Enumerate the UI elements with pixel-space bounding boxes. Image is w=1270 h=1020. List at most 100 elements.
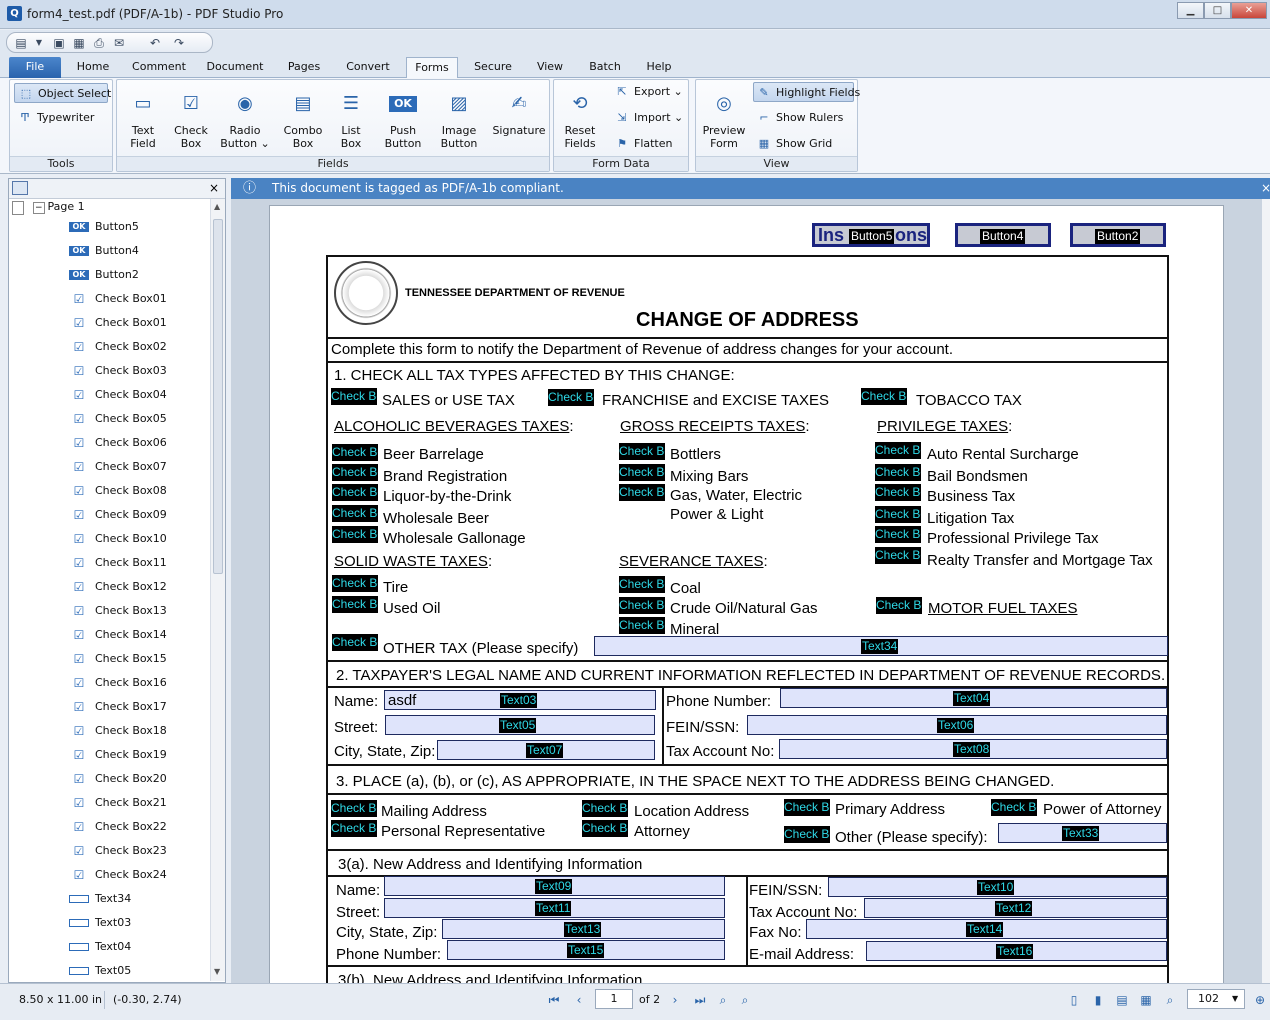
minimize-button[interactable]: ▁ (1177, 2, 1204, 19)
back-view-icon[interactable]: ⌕ (715, 991, 731, 1009)
checkbox-bottlers[interactable]: Check Box (619, 443, 665, 460)
checkbox-personal-rep[interactable]: Check Box (331, 820, 377, 837)
save-all-icon[interactable]: ▦ (71, 36, 87, 50)
text16-field[interactable]: Text16 (866, 941, 1167, 961)
tree-item[interactable]: ☑ Check Box12 (69, 575, 167, 599)
tree-item[interactable]: ☑ Check Box13 (69, 599, 167, 623)
panel-close-icon[interactable]: × (209, 181, 219, 195)
checkbox-poa[interactable]: Check Box (991, 799, 1037, 816)
tree-item[interactable]: ☑ Check Box19 (69, 743, 167, 767)
highlight-fields-button[interactable]: ✎ Highlight Fields (753, 82, 860, 102)
panel-scrollbar[interactable]: ▲ ▼ (210, 199, 225, 981)
text-field-button[interactable]: ▭ Text Field (117, 86, 169, 152)
show-rulers-button[interactable]: ⌐ Show Rulers (756, 108, 843, 128)
checkbox-tire[interactable]: Check Box (332, 575, 378, 592)
zoom-dropdown-icon[interactable]: ▼ (1232, 990, 1238, 1008)
checkbox-realty[interactable]: Check Box (875, 547, 921, 564)
checkbox-coal[interactable]: Check Box (619, 576, 665, 593)
tab-forms[interactable]: Forms (406, 57, 458, 78)
tab-convert[interactable]: Convert (340, 57, 396, 78)
close-button[interactable]: ✕ (1231, 2, 1267, 19)
combo-box-button[interactable]: ▤ Combo Box (277, 86, 329, 152)
checkbox-franchise[interactable]: Check Box (548, 389, 594, 406)
tab-pages[interactable]: Pages (280, 57, 328, 78)
open-file-icon[interactable]: ▤ (13, 36, 29, 50)
text33-field[interactable]: Text33 (998, 823, 1167, 843)
tree-item[interactable]: ☑ Check Box20 (69, 767, 167, 791)
checkbox-litigation[interactable]: Check Box (875, 506, 921, 523)
checkbox-motor-fuel[interactable]: Check Box (876, 597, 922, 614)
checkbox-business[interactable]: Check Box (875, 484, 921, 501)
checkbox-sales[interactable]: Check Box (331, 388, 377, 405)
scroll-thumb[interactable] (213, 219, 223, 574)
email-icon[interactable]: ✉ (111, 36, 127, 50)
instructions-button[interactable]: Ins Button5 ons (812, 223, 930, 247)
checkbox-beer-barrelage[interactable]: Check Box (332, 444, 378, 461)
scroll-down-icon[interactable]: ▼ (214, 967, 220, 976)
text07-field[interactable]: Text07 (437, 740, 655, 760)
checkbox-location[interactable]: Check Box (582, 800, 628, 817)
checkbox-used-oil[interactable]: Check Box (332, 596, 378, 613)
checkbox-professional[interactable]: Check Box (875, 526, 921, 543)
tree-item[interactable]: ☑ Check Box01 (69, 311, 167, 335)
text12-field[interactable]: Text12 (864, 898, 1167, 918)
tree-item[interactable]: OK Button2 (69, 263, 139, 287)
tree-item[interactable]: Text34 (69, 887, 131, 911)
save-icon[interactable]: ▣ (51, 36, 67, 50)
zoom-in-icon[interactable]: ⊕ (1252, 991, 1268, 1009)
checkbox-attorney[interactable]: Check Box (582, 820, 628, 837)
tree-item[interactable]: ☑ Check Box07 (69, 455, 167, 479)
checkbox-wholesale-beer[interactable]: Check Box (332, 505, 378, 522)
checkbox-mixing-bars[interactable]: Check Box (619, 464, 665, 481)
tree-item[interactable]: ☑ Check Box24 (69, 863, 167, 887)
tree-item[interactable]: ☑ Check Box10 (69, 527, 167, 551)
tree-item[interactable]: ☑ Check Box06 (69, 431, 167, 455)
checkbox-primary[interactable]: Check Box (784, 799, 830, 816)
panel-view-icon[interactable] (12, 181, 28, 195)
tree-item[interactable]: ☑ Check Box05 (69, 407, 167, 431)
text05-field[interactable]: Text05 (385, 715, 655, 735)
object-select-button[interactable]: ⬚ Object Select (14, 83, 111, 103)
tab-view[interactable]: View (528, 57, 572, 78)
tab-file[interactable]: File (9, 57, 61, 78)
redo-icon[interactable]: ↷ (171, 36, 187, 50)
reset-fields-button[interactable]: ⟲ Reset Fields (554, 86, 606, 152)
checkbox-mineral[interactable]: Check Box (619, 617, 665, 634)
image-button-button[interactable]: ▨ Image Button (433, 86, 485, 152)
push-button-button[interactable]: OK Push Button (377, 86, 429, 152)
tree-item[interactable]: ☑ Check Box17 (69, 695, 167, 719)
tree-item[interactable]: ☑ Check Box02 (69, 335, 167, 359)
tree-item[interactable]: ☑ Check Box15 (69, 647, 167, 671)
checkbox-brand-registration[interactable]: Check Box (332, 464, 378, 481)
checkbox-bail[interactable]: Check Box (875, 464, 921, 481)
collapse-icon[interactable]: − (33, 202, 45, 214)
import-button[interactable]: ⇲ Import ⌄ (614, 108, 683, 128)
tree-item[interactable]: ☑ Check Box01 (69, 287, 167, 311)
text15-field[interactable]: Text15 (447, 940, 725, 960)
flatten-button[interactable]: ⚑ Flatten (614, 134, 672, 154)
tree-item[interactable]: Text04 (69, 935, 131, 959)
document-scrollbar[interactable] (1262, 199, 1270, 983)
scroll-up-icon[interactable]: ▲ (214, 202, 220, 211)
checkbox-other-tax[interactable]: Check Box (332, 634, 378, 651)
tree-item[interactable]: ☑ Check Box03 (69, 359, 167, 383)
tree-item[interactable]: ☑ Check Box11 (69, 551, 167, 575)
button4[interactable]: Button4 (955, 223, 1051, 247)
prev-page-icon[interactable]: ‹ (571, 991, 587, 1009)
tree-item[interactable]: Text05 (69, 959, 131, 981)
continuous-icon[interactable]: ▮ (1090, 991, 1106, 1009)
tree-item[interactable]: Text03 (69, 911, 131, 935)
dropdown-arrow-icon[interactable]: ▼ (31, 36, 47, 50)
forward-view-icon[interactable]: ⌕ (737, 991, 753, 1009)
facing-icon[interactable]: ▤ (1114, 991, 1130, 1009)
checkbox-other-address[interactable]: Check Box (784, 826, 830, 843)
tab-home[interactable]: Home (67, 57, 119, 78)
text13-field[interactable]: Text13 (442, 919, 725, 939)
tree-item[interactable]: ☑ Check Box14 (69, 623, 167, 647)
checkbox-tobacco[interactable]: Check Box (861, 388, 907, 405)
tab-secure[interactable]: Secure (468, 57, 518, 78)
tab-document[interactable]: Document (202, 57, 268, 78)
show-grid-button[interactable]: ▦ Show Grid (756, 134, 832, 154)
text08-field[interactable]: Text08 (779, 739, 1167, 759)
check-box-button[interactable]: ☑ Check Box (165, 86, 217, 152)
